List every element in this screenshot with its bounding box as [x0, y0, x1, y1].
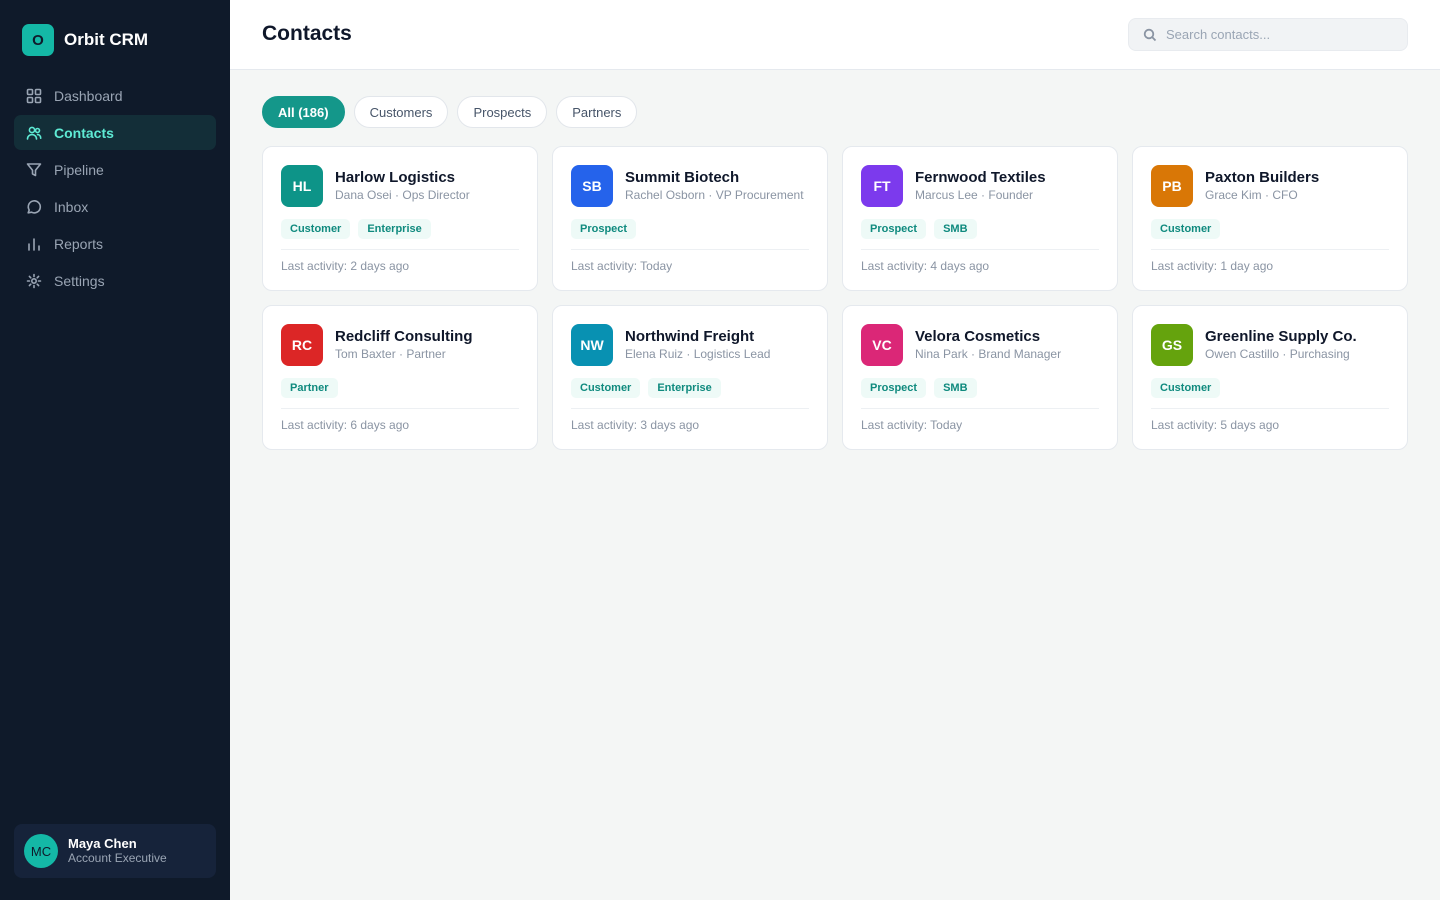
avatar: MC	[24, 834, 58, 868]
contact-card[interactable]: PB Paxton Builders Grace Kim · CFO Custo…	[1132, 146, 1408, 291]
filter-chip-customers[interactable]: Customers	[353, 96, 449, 128]
company-avatar: PB	[1151, 165, 1193, 207]
contacts-grid: HL Harlow Logistics Dana Osei · Ops Dire…	[262, 146, 1408, 450]
last-activity: Last activity: Today	[571, 259, 673, 273]
card-divider	[571, 249, 809, 250]
page-header: Contacts	[230, 0, 1440, 70]
contact-card[interactable]: GS Greenline Supply Co. Owen Castillo · …	[1132, 305, 1408, 450]
tag-badge: Customer	[1151, 378, 1221, 398]
sidebar-item-label: Pipeline	[54, 161, 104, 178]
page-title: Contacts	[262, 22, 352, 45]
contact-person: Tom Baxter · Partner	[335, 347, 446, 361]
contact-person: Marcus Lee · Founder	[915, 188, 1034, 202]
filter-chip-partners[interactable]: Partners	[556, 96, 638, 128]
user-info: Maya Chen Account Executive	[68, 836, 167, 866]
card-divider	[281, 249, 519, 250]
tag-badge: SMB	[934, 378, 977, 398]
sidebar-item-label: Inbox	[54, 198, 89, 215]
company-name: Greenline Supply Co.	[1205, 328, 1357, 345]
contact-person: Grace Kim · CFO	[1205, 188, 1298, 202]
sidebar-item-label: Reports	[54, 235, 104, 252]
user-profile-card[interactable]: MC Maya Chen Account Executive	[14, 824, 216, 878]
brand[interactable]: O Orbit CRM	[22, 24, 148, 56]
last-activity: Last activity: Today	[861, 418, 963, 432]
company-avatar: VC	[861, 324, 903, 366]
filter-tabs: All (186) Customers Prospects Partners	[262, 96, 646, 128]
search-box[interactable]	[1128, 18, 1408, 51]
company-name: Summit Biotech	[625, 169, 740, 186]
contact-card[interactable]: HL Harlow Logistics Dana Osei · Ops Dire…	[262, 146, 538, 291]
contact-person: Rachel Osborn · VP Procurement	[625, 188, 804, 202]
filter-icon	[26, 162, 42, 178]
users-icon	[26, 125, 42, 141]
card-divider	[571, 408, 809, 409]
company-name: Velora Cosmetics	[915, 328, 1041, 345]
bar-chart-icon	[26, 236, 42, 252]
contact-card[interactable]: NW Northwind Freight Elena Ruiz · Logist…	[552, 305, 828, 450]
tag-badge: Customer	[281, 219, 351, 239]
company-name: Northwind Freight	[625, 328, 755, 345]
sidebar-nav: Dashboard Contacts Pipeline Inbox Report…	[14, 78, 216, 300]
sidebar-item-reports[interactable]: Reports	[14, 226, 216, 261]
company-avatar: NW	[571, 324, 613, 366]
card-divider	[861, 249, 1099, 250]
company-name: Fernwood Textiles	[915, 169, 1046, 186]
sidebar-item-label: Dashboard	[54, 87, 123, 104]
tag-badge: Customer	[1151, 219, 1221, 239]
sidebar: O Orbit CRM Dashboard Contacts Pipeline	[0, 0, 230, 900]
contact-card[interactable]: FT Fernwood Textiles Marcus Lee · Founde…	[842, 146, 1118, 291]
last-activity: Last activity: 1 day ago	[1151, 259, 1274, 273]
contact-card[interactable]: RC Redcliff Consulting Tom Baxter · Part…	[262, 305, 538, 450]
last-activity: Last activity: 2 days ago	[281, 259, 410, 273]
brand-name: Orbit CRM	[64, 30, 149, 49]
company-name: Redcliff Consulting	[335, 328, 473, 345]
contact-person: Elena Ruiz · Logistics Lead	[625, 347, 771, 361]
contact-person: Owen Castillo · Purchasing	[1205, 347, 1350, 361]
card-divider	[1151, 249, 1389, 250]
gear-icon	[26, 273, 42, 289]
contact-person: Dana Osei · Ops Director	[335, 188, 470, 202]
company-avatar: SB	[571, 165, 613, 207]
chat-icon	[26, 199, 42, 215]
search-input[interactable]	[1166, 27, 1396, 42]
last-activity: Last activity: 6 days ago	[281, 418, 410, 432]
sidebar-item-pipeline[interactable]: Pipeline	[14, 152, 216, 187]
company-name: Paxton Builders	[1205, 169, 1320, 186]
tag-badge: Prospect	[571, 219, 637, 239]
user-role: Account Executive	[68, 851, 167, 865]
search-icon	[1143, 28, 1157, 42]
last-activity: Last activity: 4 days ago	[861, 259, 990, 273]
last-activity: Last activity: 5 days ago	[1151, 418, 1280, 432]
user-name: Maya Chen	[68, 836, 137, 851]
company-avatar: GS	[1151, 324, 1193, 366]
filter-chip-prospects[interactable]: Prospects	[457, 96, 548, 128]
contact-card[interactable]: VC Velora Cosmetics Nina Park · Brand Ma…	[842, 305, 1118, 450]
card-divider	[281, 408, 519, 409]
sidebar-item-label: Settings	[54, 272, 105, 289]
sidebar-item-settings[interactable]: Settings	[14, 263, 216, 298]
tag-badge: Enterprise	[648, 378, 721, 398]
contact-person: Nina Park · Brand Manager	[915, 347, 1062, 361]
sidebar-item-dashboard[interactable]: Dashboard	[14, 78, 216, 113]
grid-icon	[26, 88, 42, 104]
card-divider	[861, 408, 1099, 409]
brand-logo: O	[22, 24, 54, 56]
sidebar-item-contacts[interactable]: Contacts	[14, 115, 216, 150]
card-divider	[1151, 408, 1389, 409]
tag-badge: Partner	[281, 378, 338, 398]
tag-badge: Customer	[571, 378, 641, 398]
tag-badge: Prospect	[861, 219, 927, 239]
company-avatar: RC	[281, 324, 323, 366]
company-avatar: HL	[281, 165, 323, 207]
sidebar-item-inbox[interactable]: Inbox	[14, 189, 216, 224]
tag-badge: SMB	[934, 219, 977, 239]
company-name: Harlow Logistics	[335, 169, 456, 186]
company-avatar: FT	[861, 165, 903, 207]
sidebar-item-label: Contacts	[54, 124, 114, 141]
contact-card[interactable]: SB Summit Biotech Rachel Osborn · VP Pro…	[552, 146, 828, 291]
filter-chip-all[interactable]: All (186)	[262, 96, 345, 128]
tag-badge: Enterprise	[358, 219, 431, 239]
last-activity: Last activity: 3 days ago	[571, 418, 700, 432]
tag-badge: Prospect	[861, 378, 927, 398]
